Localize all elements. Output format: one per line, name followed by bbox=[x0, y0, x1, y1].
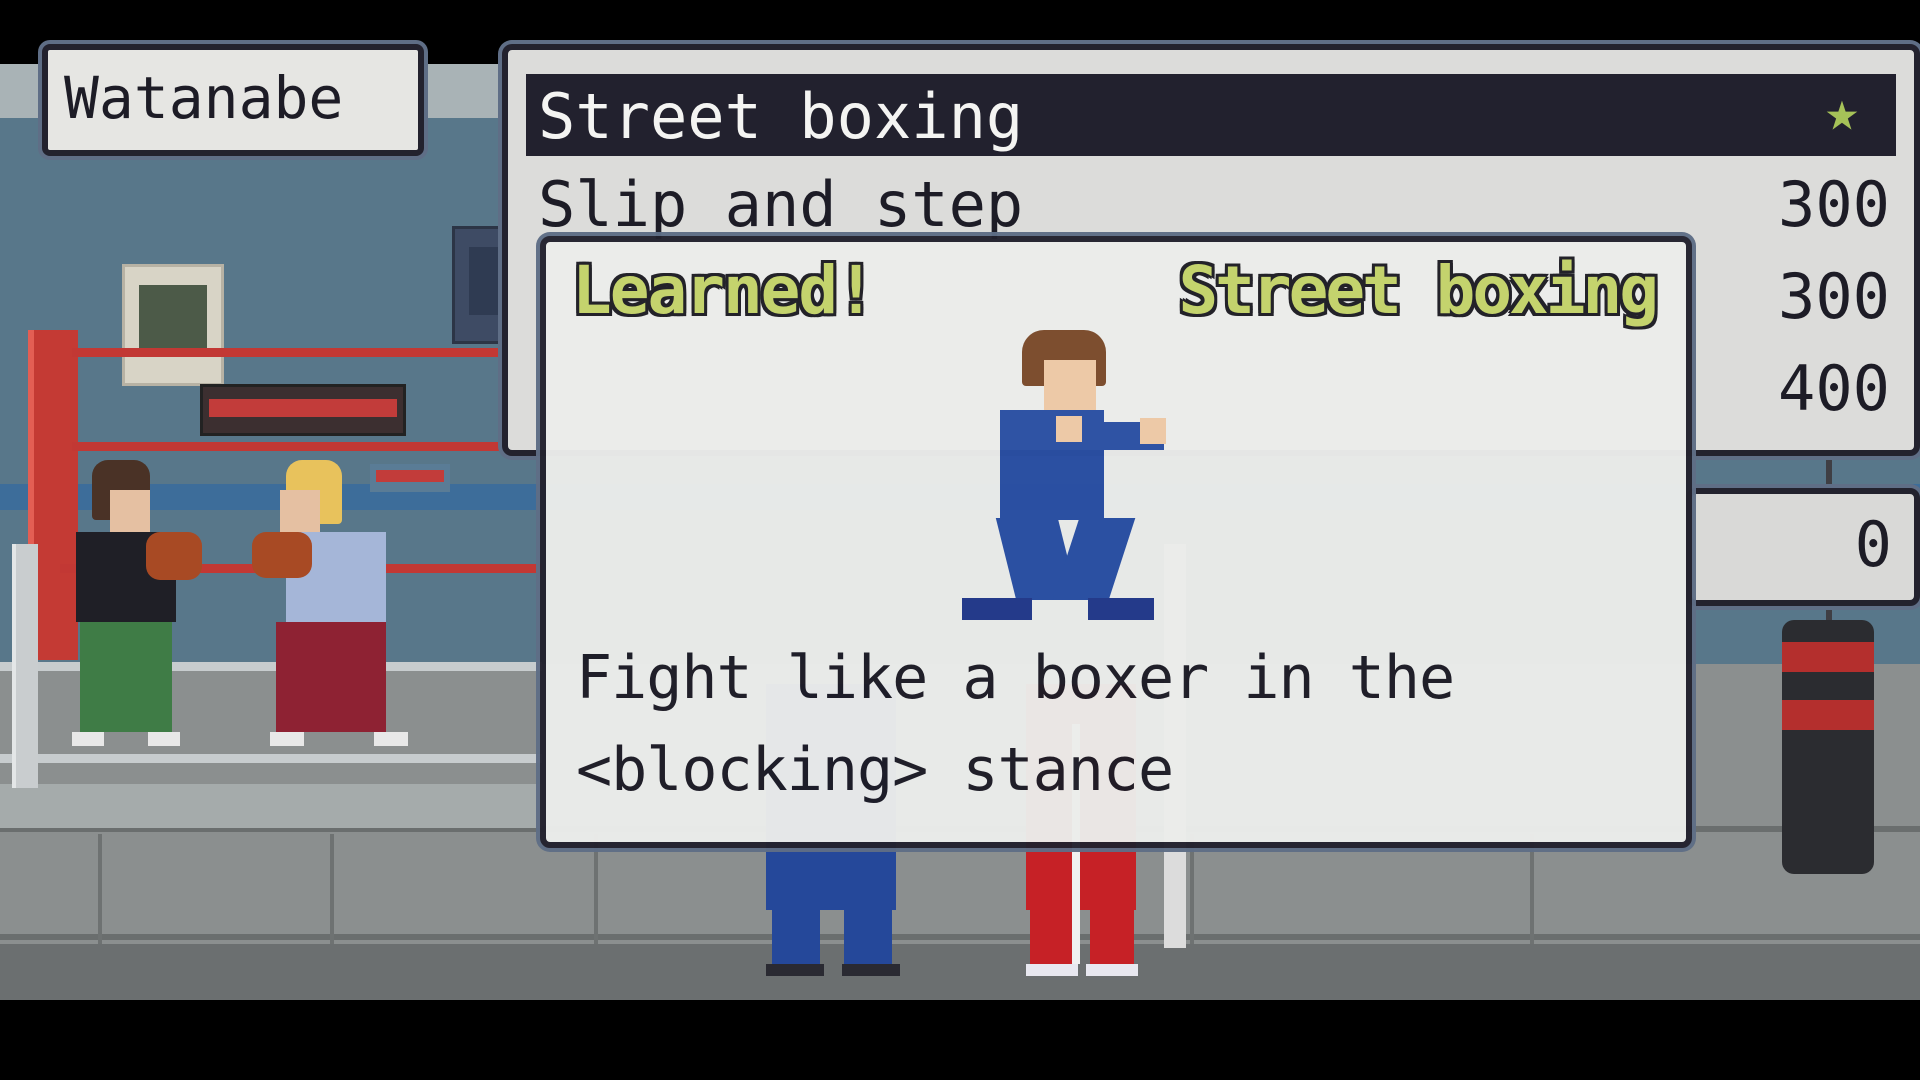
style-list-item-selected[interactable]: Street boxing ★ bbox=[526, 74, 1896, 156]
wall-poster bbox=[122, 264, 224, 386]
character-name-box: Watanabe bbox=[42, 44, 424, 156]
ring-rope bbox=[72, 442, 542, 451]
learned-style-name: Street boxing bbox=[1178, 252, 1659, 329]
star-icon: ★ bbox=[1825, 79, 1859, 144]
sparring-boxer-dark bbox=[66, 460, 206, 748]
style-cost: 400 bbox=[1778, 352, 1890, 425]
style-list-item[interactable]: Slip and step 300 bbox=[538, 168, 1890, 241]
wall-banner bbox=[200, 384, 406, 436]
style-cost: 300 bbox=[1778, 168, 1890, 241]
skill-points-box: 0 bbox=[1686, 488, 1920, 606]
character-name: Watanabe bbox=[64, 64, 344, 132]
ring-post bbox=[12, 544, 38, 788]
ring-rope bbox=[0, 754, 542, 763]
style-cost: 300 bbox=[1778, 260, 1890, 333]
learned-status-label: Learned! bbox=[572, 252, 876, 329]
ring-apron bbox=[0, 784, 542, 828]
style-label: Slip and step bbox=[538, 168, 1024, 241]
learned-description: Fight like a boxer in the <blocking> sta… bbox=[576, 643, 1455, 805]
style-label: Street boxing bbox=[538, 80, 1024, 153]
ring-rope bbox=[72, 348, 542, 357]
punching-bag bbox=[1782, 620, 1874, 874]
sparring-boxer-blonde bbox=[246, 460, 416, 748]
fighter-stance-sprite bbox=[962, 330, 1166, 626]
skill-points-value: 0 bbox=[1854, 508, 1892, 581]
learned-popup[interactable]: Learned! Street boxing Fight like a boxe… bbox=[540, 236, 1692, 848]
